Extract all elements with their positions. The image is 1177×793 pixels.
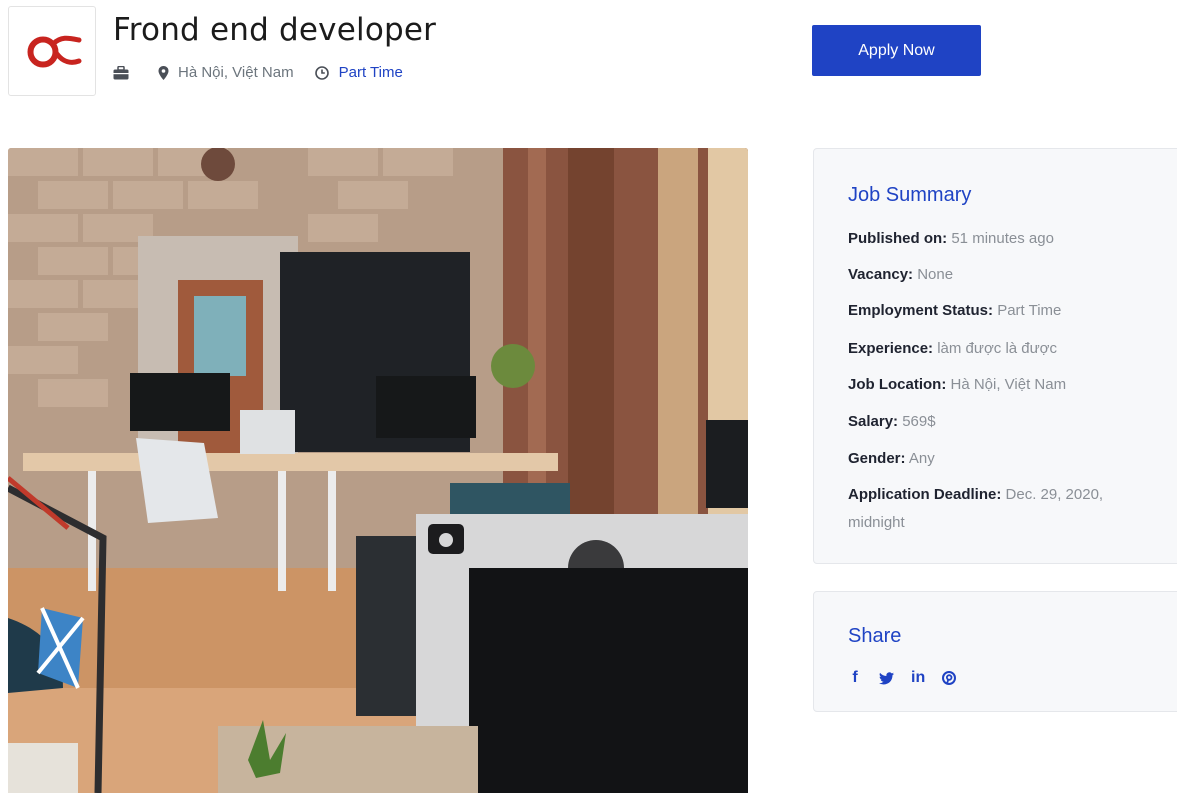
clock-icon	[314, 65, 329, 80]
job-type-link[interactable]: Part Time	[339, 64, 403, 81]
summary-label: Employment Status:	[848, 302, 994, 319]
summary-value: 569$	[902, 413, 936, 430]
summary-row-vacancy: Vacancy: None	[848, 261, 1148, 289]
company-logo[interactable]	[8, 6, 96, 96]
summary-label: Job Location:	[848, 376, 947, 393]
summary-value: None	[917, 266, 954, 283]
summary-row-job-location: Job Location: Hà Nội, Việt Nam	[848, 371, 1148, 399]
summary-row-salary: Salary: 569$	[848, 408, 1148, 436]
social-links: f in	[848, 669, 957, 687]
job-title: Frond end developer	[113, 12, 437, 48]
twitter-icon[interactable]	[879, 671, 894, 685]
summary-label: Experience:	[848, 340, 934, 357]
summary-value: làm được là được	[937, 340, 1058, 357]
summary-row-published: Published on: 51 minutes ago	[848, 225, 1148, 253]
facebook-icon[interactable]: f	[848, 669, 862, 687]
summary-value: Hà Nội, Việt Nam	[950, 376, 1067, 393]
summary-row-gender: Gender: Any	[848, 445, 1148, 473]
pinterest-icon[interactable]	[942, 671, 957, 685]
share-card: Share f in	[813, 591, 1177, 712]
job-summary-title: Job Summary	[848, 184, 972, 206]
linkedin-icon[interactable]: in	[911, 669, 925, 687]
briefcase-icon	[113, 65, 129, 80]
company-logo-mark	[27, 35, 82, 68]
summary-row-employment-status: Employment Status: Part Time	[848, 297, 1148, 325]
job-meta: Hà Nội, Việt Nam Part Time	[113, 64, 403, 81]
apply-now-button[interactable]: Apply Now	[812, 25, 981, 76]
summary-value: Any	[908, 450, 935, 467]
summary-label: Salary:	[848, 413, 899, 430]
summary-label: Gender:	[848, 450, 906, 467]
summary-value: 51 minutes ago	[951, 230, 1054, 247]
map-pin-icon	[158, 65, 169, 80]
summary-row-experience: Experience: làm được là được	[848, 335, 1148, 363]
summary-row-deadline: Application Deadline: Dec. 29, 2020, mid…	[848, 481, 1148, 537]
job-summary-card: Job Summary Published on: 51 minutes ago…	[813, 148, 1177, 564]
job-cover-image	[8, 148, 748, 793]
summary-value: Part Time	[997, 302, 1062, 319]
summary-label: Published on:	[848, 230, 948, 247]
share-title: Share	[848, 625, 902, 647]
summary-label: Application Deadline:	[848, 486, 1002, 503]
summary-label: Vacancy:	[848, 266, 914, 283]
job-location: Hà Nội, Việt Nam	[178, 64, 294, 81]
